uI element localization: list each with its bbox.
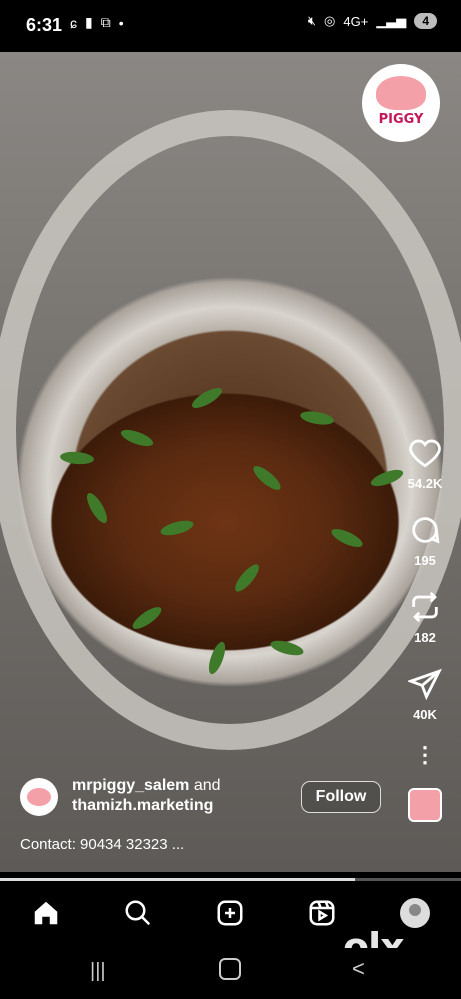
alert-icon: ▮ (85, 14, 93, 30)
comment-action[interactable]: 195 (408, 513, 442, 568)
search-tab[interactable] (121, 896, 155, 930)
comment-count: 195 (414, 553, 436, 568)
share-count: 40K (413, 707, 437, 722)
notification-icon: ɕ (70, 14, 77, 31)
author-avatar[interactable] (20, 778, 58, 816)
back-icon[interactable]: < (352, 956, 365, 982)
audio-thumbnail[interactable] (408, 788, 442, 822)
brand-logo: PIGGY (362, 64, 440, 142)
playback-progress-fill (0, 878, 355, 881)
reel-video[interactable] (0, 52, 461, 872)
comment-icon[interactable] (408, 513, 442, 547)
more-options-icon[interactable]: ⋮ (414, 744, 436, 766)
hotspot-icon: ◎ (324, 13, 336, 28)
signal-icon: ▁▃▅ (376, 13, 407, 28)
action-rail: 54.2K 195 182 40K ⋮ (396, 436, 454, 822)
system-navigation: ||| < (0, 948, 461, 999)
home-tab[interactable] (29, 896, 63, 930)
follow-button[interactable]: Follow (301, 781, 381, 813)
status-bar: 6:31 ɕ ▮ ⧉ • 🔇︎ ◎ 4G+ ▁▃▅ 4 (0, 0, 461, 52)
repost-action[interactable]: 182 (408, 590, 442, 645)
author-names[interactable]: mrpiggy_salem and thamizh.marketing (72, 776, 221, 816)
recent-apps-icon[interactable]: ||| (90, 960, 106, 983)
author-secondary[interactable]: thamizh.marketing (72, 797, 213, 814)
home-icon (34, 901, 58, 925)
pot-image (0, 110, 461, 750)
author-info: mrpiggy_salem and thamizh.marketing (20, 776, 221, 816)
pig-mascot-icon (376, 76, 426, 110)
playback-progress[interactable] (0, 878, 461, 881)
screenshot-icon: ⧉ (100, 14, 111, 30)
battery-indicator: 4 (414, 13, 437, 29)
caption-text[interactable]: Contact: 90434 32323 ... (20, 836, 184, 853)
author-primary[interactable]: mrpiggy_salem (72, 777, 189, 794)
reels-tab[interactable] (305, 896, 339, 930)
send-icon[interactable] (408, 667, 442, 701)
mute-icon: 🔇︎ (307, 13, 317, 28)
notification-icons: ɕ ▮ ⧉ • (70, 14, 124, 31)
system-icons: 🔇︎ ◎ 4G+ ▁▃▅ 4 (308, 13, 437, 29)
like-count: 54.2K (407, 476, 443, 491)
network-label: 4G+ (343, 13, 369, 29)
like-action[interactable]: 54.2K (407, 436, 443, 491)
share-action[interactable]: 40K (408, 667, 442, 722)
heart-icon[interactable] (408, 436, 442, 470)
dot-icon: • (118, 14, 124, 31)
author-conjunction: and (189, 777, 221, 794)
profile-avatar (400, 898, 430, 928)
home-button-icon[interactable] (219, 958, 241, 980)
search-icon (125, 900, 151, 926)
add-icon (217, 900, 243, 926)
create-tab[interactable] (213, 896, 247, 930)
reels-icon (309, 900, 335, 926)
repost-count: 182 (414, 630, 436, 645)
brand-logo-text: PIGGY (378, 112, 424, 127)
status-time: 6:31 (26, 15, 63, 35)
repost-icon[interactable] (408, 590, 442, 624)
